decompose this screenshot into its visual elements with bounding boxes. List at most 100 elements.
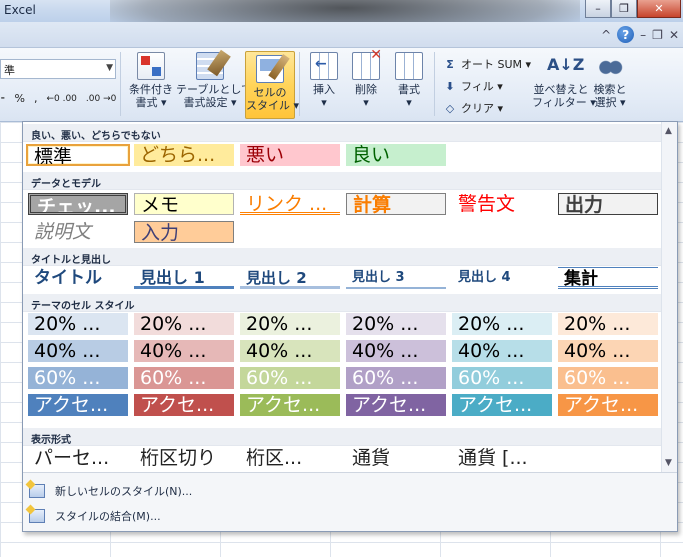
increase-decimal-button[interactable]: ←0 .00 — [46, 94, 76, 104]
format-button[interactable]: 書式 ▾ — [390, 52, 428, 109]
autosum-button[interactable]: Σ オート SUM ▾ — [443, 54, 531, 76]
doc-minimize-icon[interactable]: – — [640, 28, 646, 42]
section-header-good-bad: 良い、悪い、どちらでもない — [23, 124, 661, 142]
percent-button[interactable]: % — [15, 92, 25, 105]
restore-button[interactable]: ❐ — [611, 0, 637, 18]
minimize-ribbon-icon[interactable]: ^ — [601, 28, 611, 42]
gallery-scrollbar[interactable]: ▲ ▼ — [661, 122, 677, 472]
style-linked-cell[interactable]: リンク ... — [240, 193, 340, 215]
conditional-format-icon — [137, 52, 165, 80]
delete-button[interactable]: 削除 ▾ — [347, 49, 385, 109]
section-header-theme: テーマのセル スタイル — [23, 294, 661, 312]
doc-close-icon[interactable]: ✕ — [669, 28, 679, 42]
fill-button[interactable]: ⬇ フィル ▾ — [443, 76, 531, 98]
style-currency[interactable]: 通貨 — [346, 447, 446, 469]
style-neutral[interactable]: どちら... — [134, 144, 234, 166]
style-theme-accent4-row3[interactable]: 60% ... — [346, 367, 446, 389]
style-good[interactable]: 良い — [346, 144, 446, 166]
comma-button[interactable]: , — [34, 92, 38, 105]
style-explanatory[interactable]: 説明文 — [28, 221, 128, 243]
style-theme-accent2-row1[interactable]: 20% ... — [134, 313, 234, 335]
insert-button[interactable]: 挿入 ▾ — [305, 52, 343, 109]
style-theme-accent3-row3[interactable]: 60% ... — [240, 367, 340, 389]
style-comma[interactable]: 桁区切り — [134, 447, 234, 469]
style-normal[interactable]: 標準 — [26, 144, 130, 166]
style-output[interactable]: 出力 — [558, 193, 658, 215]
cell-styles-icon — [256, 55, 284, 83]
style-heading-2[interactable]: 見出し 2 — [240, 267, 340, 289]
conditional-format-button[interactable]: 条件付き 書式 ▾ — [126, 52, 176, 109]
find-select-button[interactable]: 検索と 選択 ▾ — [590, 52, 630, 109]
style-theme-accent4-row2[interactable]: 40% ... — [346, 340, 446, 362]
accounting-button[interactable]: ⁃ — [0, 92, 6, 105]
delete-cells-icon — [352, 49, 382, 80]
style-theme-accent4-row4[interactable]: アクセ... — [346, 394, 446, 416]
sort-filter-label: 並べ替えと フィルター ▾ — [532, 83, 596, 109]
style-theme-accent3-row2[interactable]: 40% ... — [240, 340, 340, 362]
style-theme-accent4-row1[interactable]: 20% ... — [346, 313, 446, 335]
format-as-table-icon — [196, 52, 224, 80]
style-theme-accent5-row1[interactable]: 20% ... — [452, 313, 552, 335]
style-theme-accent6-row2[interactable]: 40% ... — [558, 340, 658, 362]
format-as-table-button[interactable]: テーブルとして 書式設定 ▾ — [176, 52, 252, 109]
window-title: Excel — [4, 3, 36, 17]
number-format-select[interactable]: 準 ▼ — [0, 59, 116, 79]
scroll-up-icon[interactable]: ▲ — [665, 126, 672, 136]
style-theme-accent2-row2[interactable]: 40% ... — [134, 340, 234, 362]
close-button[interactable]: ✕ — [637, 0, 681, 18]
delete-label: 削除 ▾ — [355, 83, 377, 109]
style-note[interactable]: メモ — [134, 193, 234, 215]
style-theme-accent1-row3[interactable]: 60% ... — [28, 367, 128, 389]
style-check-cell[interactable]: チェッ... — [28, 193, 128, 215]
cell-styles-label: セルの スタイル ▾ — [246, 86, 300, 112]
merge-styles-item[interactable]: スタイルの結合(M)... — [29, 508, 161, 524]
style-input[interactable]: 入力 — [134, 221, 234, 243]
style-title[interactable]: タイトル — [28, 267, 128, 289]
style-heading-1[interactable]: 見出し 1 — [134, 267, 234, 289]
style-theme-accent2-row3[interactable]: 60% ... — [134, 367, 234, 389]
style-theme-accent6-row3[interactable]: 60% ... — [558, 367, 658, 389]
find-select-label: 検索と 選択 ▾ — [593, 83, 627, 109]
section-header-titles: タイトルと見出し — [23, 248, 661, 266]
style-theme-accent3-row1[interactable]: 20% ... — [240, 313, 340, 335]
merge-styles-label: スタイルの結合(M)... — [55, 510, 161, 523]
style-percent[interactable]: パーセ... — [28, 447, 128, 469]
cell-styles-button[interactable]: セルの スタイル ▾ — [245, 51, 300, 119]
style-theme-accent5-row3[interactable]: 60% ... — [452, 367, 552, 389]
style-theme-accent5-row2[interactable]: 40% ... — [452, 340, 552, 362]
style-theme-accent2-row4[interactable]: アクセ... — [134, 394, 234, 416]
decrease-decimal-button[interactable]: .00 →0 — [86, 94, 116, 104]
style-theme-accent1-row2[interactable]: 40% ... — [28, 340, 128, 362]
style-theme-accent1-row4[interactable]: アクセ... — [28, 394, 128, 416]
style-theme-accent1-row1[interactable]: 20% ... — [28, 313, 128, 335]
style-heading-4[interactable]: 見出し 4 — [452, 267, 552, 289]
style-calculation[interactable]: 計算 — [346, 193, 446, 215]
eraser-icon: ◇ — [445, 102, 455, 115]
new-cell-style-item[interactable]: 新しいセルのスタイル(N)... — [29, 483, 192, 499]
cell-styles-gallery: 良い、悪い、どちらでもない 標準 どちら... 悪い 良い データとモデル チェ… — [22, 121, 678, 532]
style-theme-accent5-row4[interactable]: アクセ... — [452, 394, 552, 416]
doc-restore-icon[interactable]: ❐ — [652, 28, 663, 42]
style-total[interactable]: 集計 — [558, 267, 658, 289]
help-icon[interactable]: ? — [617, 26, 635, 43]
scroll-down-icon[interactable]: ▼ — [665, 458, 672, 468]
clear-button[interactable]: ◇ クリア ▾ — [443, 98, 531, 120]
style-theme-accent6-row4[interactable]: アクセ... — [558, 394, 658, 416]
style-theme-accent3-row4[interactable]: アクセ... — [240, 394, 340, 416]
style-comma-0[interactable]: 桁区... — [240, 447, 340, 469]
section-header-data-model: データとモデル — [23, 172, 661, 190]
style-warning-text[interactable]: 警告文 — [452, 193, 552, 215]
style-bad[interactable]: 悪い — [240, 144, 340, 166]
minimize-button[interactable]: – — [585, 0, 611, 18]
insert-label: 挿入 ▾ — [313, 83, 335, 109]
separator — [120, 52, 121, 116]
style-heading-3[interactable]: 見出し 3 — [346, 267, 446, 289]
sort-filter-icon: A↓Z — [547, 55, 585, 74]
sort-filter-button[interactable]: A↓Z 並べ替えと フィルター ▾ — [532, 52, 596, 109]
style-currency-0[interactable]: 通貨 [... — [452, 447, 552, 469]
number-format-value: 準 — [4, 64, 15, 77]
style-theme-accent6-row1[interactable]: 20% ... — [558, 313, 658, 335]
autosum-label: オート SUM ▾ — [461, 58, 532, 71]
format-cells-icon — [395, 52, 423, 80]
merge-styles-icon — [29, 509, 45, 523]
